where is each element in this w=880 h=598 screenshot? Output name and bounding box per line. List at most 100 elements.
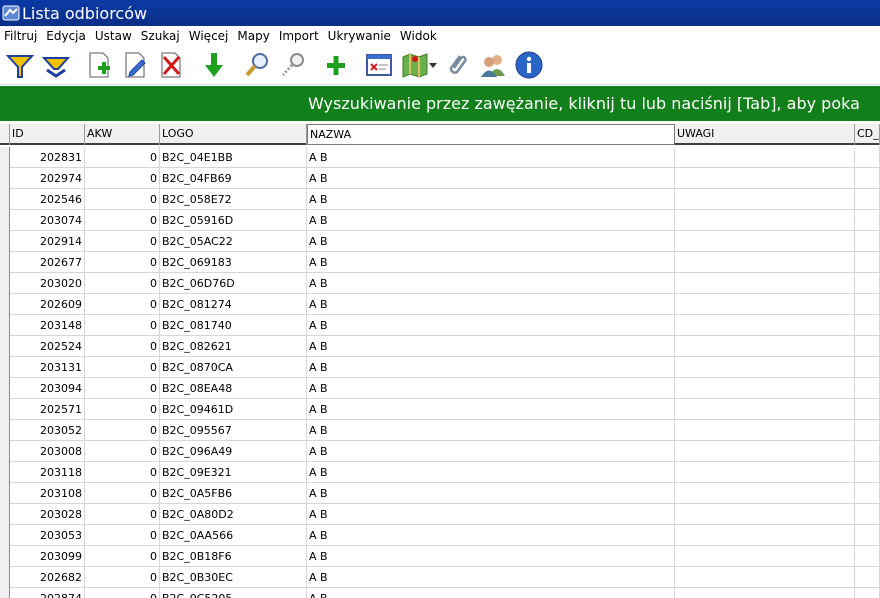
cell-cd[interactable] [855, 294, 880, 315]
cell-nazwa[interactable]: A B [307, 588, 675, 598]
cell-akw[interactable]: 0 [85, 441, 160, 462]
cell-nazwa[interactable]: A B [307, 315, 675, 336]
cell-akw[interactable]: 0 [85, 525, 160, 546]
cell-cd[interactable] [855, 210, 880, 231]
cell-uwagi[interactable] [675, 294, 855, 315]
cell-akw[interactable]: 0 [85, 504, 160, 525]
cell-id[interactable]: 202609 [10, 294, 85, 315]
cell-nazwa[interactable]: A B [307, 168, 675, 189]
edit-record-button[interactable] [117, 47, 153, 83]
cell-nazwa[interactable]: A B [307, 462, 675, 483]
cell-uwagi[interactable] [675, 315, 855, 336]
cell-nazwa[interactable]: A B [307, 273, 675, 294]
cell-nazwa[interactable]: A B [307, 294, 675, 315]
cell-cd[interactable] [855, 504, 880, 525]
table-row[interactable]: 203094 0 B2C_08EA48 A B [0, 378, 880, 399]
search-banner[interactable]: Wyszukiwanie przez zawężanie, kliknij tu… [0, 86, 880, 121]
add-record-button[interactable] [81, 47, 117, 83]
cell-cd[interactable] [855, 273, 880, 294]
table-row[interactable]: 203118 0 B2C_09E321 A B [0, 462, 880, 483]
cell-nazwa[interactable]: A B [307, 483, 675, 504]
cell-cd[interactable] [855, 147, 880, 168]
download-button[interactable] [196, 47, 232, 83]
add-button[interactable] [318, 47, 354, 83]
cell-uwagi[interactable] [675, 378, 855, 399]
row-indicator[interactable] [0, 504, 10, 525]
cell-logo[interactable]: B2C_0C5205 [160, 588, 307, 598]
cell-nazwa[interactable]: A B [307, 567, 675, 588]
menu-widok[interactable]: Widok [396, 29, 442, 43]
table-row[interactable]: 202914 0 B2C_05AC22 A B [0, 231, 880, 252]
cell-akw[interactable]: 0 [85, 147, 160, 168]
search-advanced-button[interactable] [275, 47, 311, 83]
cell-logo[interactable]: B2C_04E1BB [160, 147, 307, 168]
menu-ukrywanie[interactable]: Ukrywanie [324, 29, 396, 43]
column-header-uwagi[interactable]: UWAGI [675, 124, 855, 145]
cell-akw[interactable]: 0 [85, 588, 160, 598]
cell-akw[interactable]: 0 [85, 273, 160, 294]
cell-nazwa[interactable]: A B [307, 441, 675, 462]
cell-akw[interactable]: 0 [85, 546, 160, 567]
table-row[interactable]: 2028740B2C_0C5205A B [0, 588, 880, 598]
cell-uwagi[interactable] [675, 504, 855, 525]
table-row[interactable]: 203020 0 B2C_06D76D A B [0, 273, 880, 294]
cell-id[interactable]: 203099 [10, 546, 85, 567]
cell-logo[interactable]: B2C_06D76D [160, 273, 307, 294]
row-indicator[interactable] [0, 336, 10, 357]
cell-cd[interactable] [855, 546, 880, 567]
cell-id[interactable]: 203148 [10, 315, 85, 336]
cell-uwagi[interactable] [675, 567, 855, 588]
filter-clear-button[interactable] [38, 47, 74, 83]
cell-uwagi[interactable] [675, 336, 855, 357]
row-indicator[interactable] [0, 315, 10, 336]
dropdown-arrow-icon[interactable] [429, 61, 437, 69]
cell-id[interactable]: 203028 [10, 504, 85, 525]
users-button[interactable] [475, 47, 511, 83]
cell-nazwa[interactable]: A B [307, 210, 675, 231]
menu-import[interactable]: Import [275, 29, 324, 43]
cell-logo[interactable]: B2C_0870CA [160, 357, 307, 378]
cell-nazwa[interactable]: A B [307, 378, 675, 399]
cell-id[interactable]: 202682 [10, 567, 85, 588]
cell-id[interactable]: 202571 [10, 399, 85, 420]
table-row[interactable]: 203099 0 B2C_0B18F6 A B [0, 546, 880, 567]
table-row[interactable]: 202546 0 B2C_058E72 A B [0, 189, 880, 210]
cell-uwagi[interactable] [675, 462, 855, 483]
table-row[interactable]: 203131 0 B2C_0870CA A B [0, 357, 880, 378]
cell-logo[interactable]: B2C_069183 [160, 252, 307, 273]
table-row[interactable]: 203074 0 B2C_05916D A B [0, 210, 880, 231]
row-indicator[interactable] [0, 210, 10, 231]
cell-cd[interactable] [855, 567, 880, 588]
column-header-akw[interactable]: AKW [85, 124, 160, 145]
cell-nazwa[interactable]: A B [307, 420, 675, 441]
row-indicator[interactable] [0, 147, 10, 168]
column-header-nazwa[interactable]: NAZWA [307, 124, 675, 145]
cell-akw[interactable]: 0 [85, 399, 160, 420]
cell-uwagi[interactable] [675, 252, 855, 273]
cell-cd[interactable] [855, 315, 880, 336]
cell-logo[interactable]: B2C_081274 [160, 294, 307, 315]
data-grid[interactable]: ID AKW LOGO NAZWA UWAGI CD_ 202831 0 B2C_0… [0, 124, 880, 598]
cell-uwagi[interactable] [675, 168, 855, 189]
cell-nazwa[interactable]: A B [307, 252, 675, 273]
table-row[interactable]: 202571 0 B2C_09461D A B [0, 399, 880, 420]
cell-id[interactable]: 203074 [10, 210, 85, 231]
cell-nazwa[interactable]: A B [307, 189, 675, 210]
table-row[interactable]: 202677 0 B2C_069183 A B [0, 252, 880, 273]
cell-nazwa[interactable]: A B [307, 231, 675, 252]
cell-id[interactable]: 202914 [10, 231, 85, 252]
cell-id[interactable]: 203052 [10, 420, 85, 441]
cell-cd[interactable] [855, 378, 880, 399]
cell-id[interactable]: 203053 [10, 525, 85, 546]
cell-akw[interactable]: 0 [85, 189, 160, 210]
cell-id[interactable]: 202524 [10, 336, 85, 357]
cell-id[interactable]: 203108 [10, 483, 85, 504]
cell-logo[interactable]: B2C_096A49 [160, 441, 307, 462]
cell-logo[interactable]: B2C_081740 [160, 315, 307, 336]
cell-id[interactable]: 202874 [10, 588, 85, 598]
row-indicator[interactable] [0, 189, 10, 210]
table-row[interactable]: 202682 0 B2C_0B30EC A B [0, 567, 880, 588]
row-indicator[interactable] [0, 441, 10, 462]
cell-cd[interactable] [855, 252, 880, 273]
cell-nazwa[interactable]: A B [307, 525, 675, 546]
